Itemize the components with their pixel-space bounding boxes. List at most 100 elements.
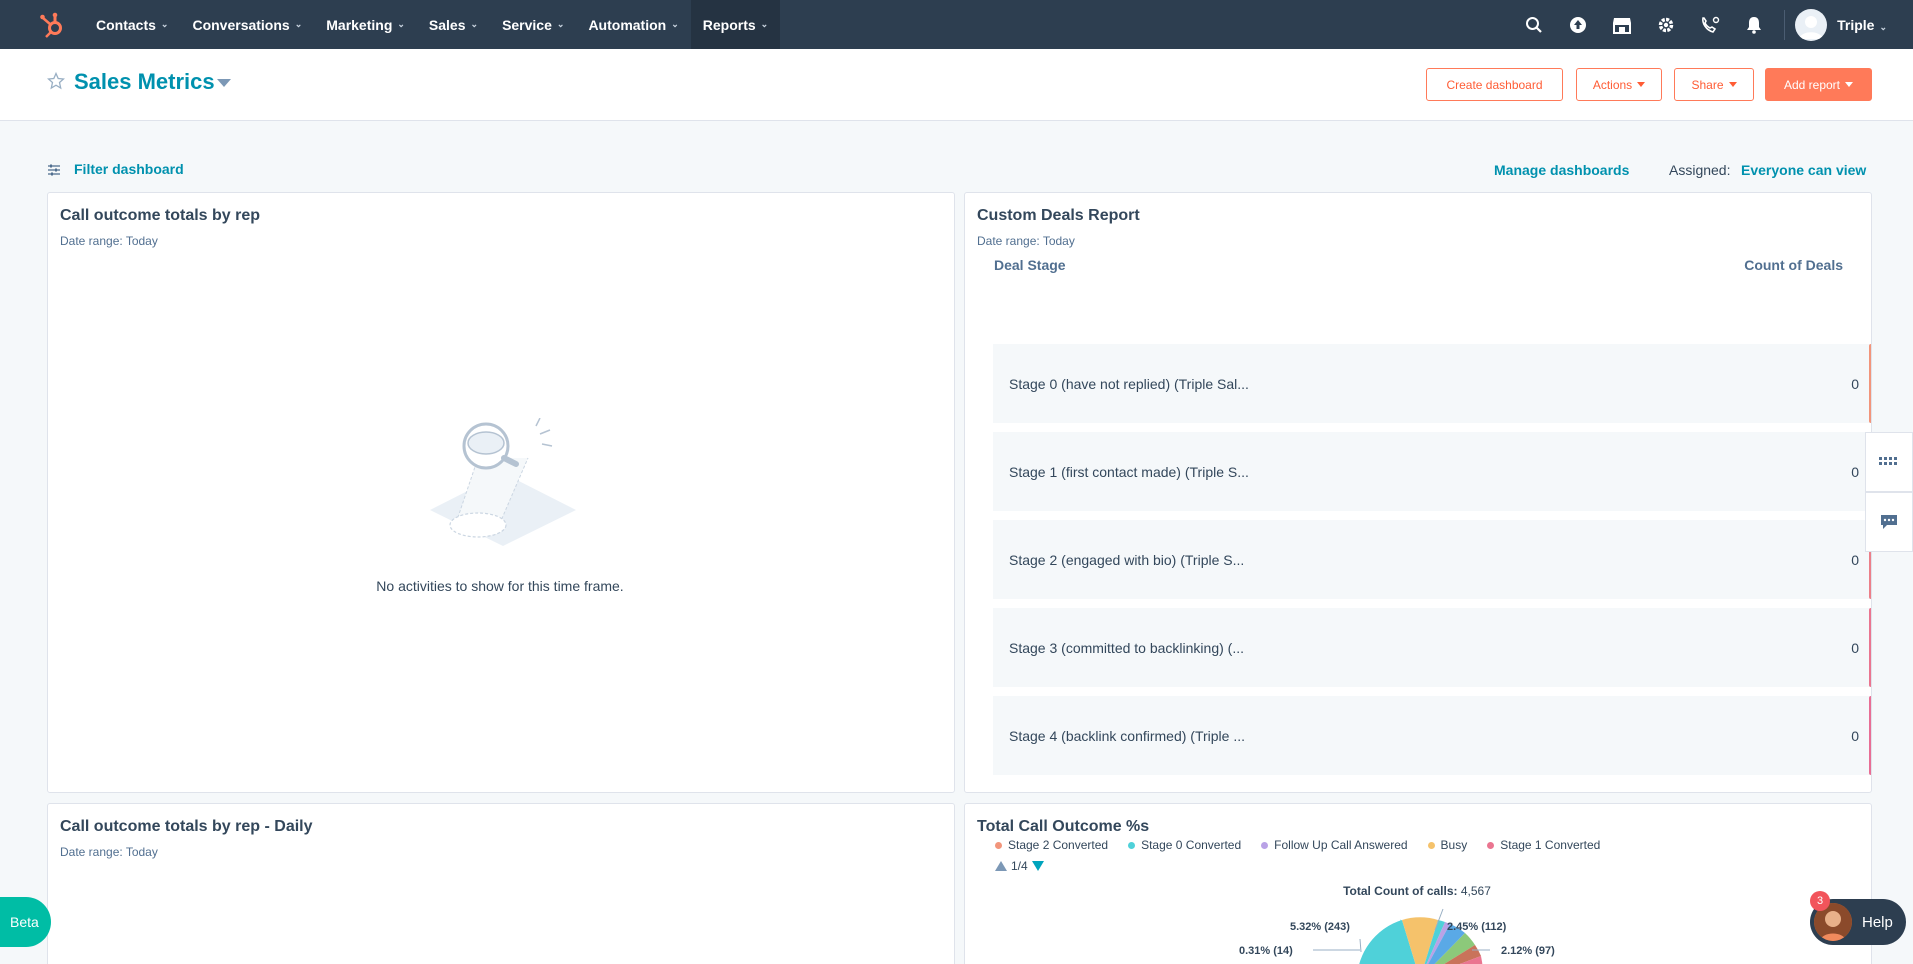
card-title[interactable]: Call outcome totals by rep — [60, 207, 260, 225]
share-button[interactable]: Share — [1674, 68, 1754, 101]
card-date-range: Date range: Today — [60, 845, 158, 859]
report-card-call-outcome-daily: Call outcome totals by rep - Daily Date … — [47, 803, 955, 964]
dashboard-title[interactable]: Sales Metrics — [74, 69, 215, 95]
button-label: Create dashboard — [1446, 77, 1543, 92]
assigned-label: Assigned: — [1669, 162, 1731, 178]
help-label: Help — [1862, 913, 1893, 931]
deal-stage-row[interactable]: Stage 0 (have not replied) (Triple Sal..… — [993, 344, 1871, 423]
user-avatar[interactable] — [1795, 8, 1828, 41]
card-title[interactable]: Custom Deals Report — [977, 207, 1140, 225]
nav-contacts[interactable]: Contacts ⌄ — [84, 0, 180, 49]
marketplace-icon[interactable] — [1600, 0, 1644, 49]
caret-down-icon — [1845, 82, 1854, 87]
nav-label: Conversations — [192, 16, 290, 33]
chevron-down-icon: ⌄ — [556, 19, 565, 29]
beta-label: Beta — [10, 914, 39, 930]
pie-data-label: 5.32% (243) — [1290, 921, 1350, 933]
dashboard-header: Sales Metrics Create dashboard Actions S… — [0, 49, 1913, 121]
deal-stage-row[interactable]: Stage 1 (first contact made) (Triple S..… — [993, 432, 1871, 511]
pie-data-label: 2.45% (112) — [1447, 921, 1507, 933]
nav-label: Automation — [588, 16, 667, 33]
search-icon[interactable] — [1512, 0, 1556, 49]
deal-stage-label: Stage 3 (committed to backlinking) (... — [1009, 639, 1244, 656]
filter-dashboard-link[interactable]: Filter dashboard — [74, 161, 184, 177]
caret-down-icon — [1637, 82, 1646, 87]
deal-stage-label: Stage 4 (backlink confirmed) (Triple ... — [1009, 727, 1246, 744]
nav-sales[interactable]: Sales ⌄ — [417, 0, 490, 49]
create-dashboard-button[interactable]: Create dashboard — [1426, 68, 1563, 101]
side-chat-tab[interactable] — [1865, 492, 1913, 552]
calling-icon[interactable] — [1688, 0, 1732, 49]
deal-stage-count: 0 — [1851, 463, 1859, 480]
chevron-down-icon: ⌄ — [1879, 21, 1887, 32]
report-card-custom-deals: Custom Deals Report Date range: Today De… — [964, 192, 1872, 793]
upgrade-icon[interactable] — [1556, 0, 1600, 49]
nav-automation[interactable]: Automation ⌄ — [576, 0, 690, 49]
caret-down-icon — [1728, 82, 1737, 87]
empty-state-magnifier-icon — [428, 417, 578, 563]
pie-chart — [1313, 908, 1490, 964]
deal-stage-label: Stage 2 (engaged with bio) (Triple S... — [1009, 551, 1245, 568]
user-name: Triple — [1837, 16, 1875, 33]
chevron-down-icon: ⌄ — [294, 19, 303, 29]
nav-conversations[interactable]: Conversations ⌄ — [180, 0, 314, 49]
assigned-value-link[interactable]: Everyone can view — [1741, 162, 1866, 178]
deal-stage-bar[interactable] — [1869, 696, 1871, 775]
nav-service[interactable]: Service ⌄ — [490, 0, 576, 49]
pie-data-label: 2.12% (97) — [1501, 945, 1555, 957]
chevron-down-icon: ⌄ — [397, 19, 405, 29]
chat-bubble-icon — [1881, 515, 1897, 529]
filter-row: Filter dashboard Manage dashboards Assig… — [0, 155, 1913, 185]
card-title[interactable]: Call outcome totals by rep - Daily — [60, 818, 313, 836]
deal-stage-count: 0 — [1851, 727, 1859, 744]
empty-state-text: No activities to show for this time fram… — [376, 578, 624, 594]
deal-stage-row[interactable]: Stage 2 (engaged with bio) (Triple S... 0 — [993, 520, 1871, 599]
chevron-down-icon: ⌄ — [160, 19, 169, 29]
deal-stage-bar[interactable] — [1869, 608, 1871, 687]
deal-stage-count: 0 — [1851, 639, 1859, 656]
deal-stage-count: 0 — [1851, 551, 1859, 568]
notifications-bell-icon[interactable] — [1732, 0, 1776, 49]
add-report-button[interactable]: Add report — [1765, 68, 1872, 101]
manage-dashboards-link[interactable]: Manage dashboards — [1494, 162, 1629, 178]
deal-stage-label: Stage 1 (first contact made) (Triple S..… — [1009, 463, 1249, 480]
filter-sliders-icon[interactable] — [47, 163, 61, 182]
chevron-down-icon: ⌄ — [671, 19, 679, 29]
hubspot-logo-icon[interactable] — [34, 7, 70, 43]
button-label: Share — [1691, 77, 1724, 92]
button-label: Actions — [1592, 77, 1633, 92]
pie-leader-line — [1359, 938, 1362, 953]
deal-stage-row[interactable]: Stage 4 (backlink confirmed) (Triple ...… — [993, 696, 1871, 775]
card-date-range: Date range: Today — [60, 234, 158, 248]
settings-gear-icon[interactable] — [1644, 0, 1688, 49]
actions-button[interactable]: Actions — [1576, 68, 1662, 101]
dashboard-switcher-caret-icon[interactable] — [217, 79, 231, 87]
button-label: Add report — [1783, 77, 1841, 92]
beta-button[interactable]: Beta — [0, 897, 51, 947]
column-header-deal-stage[interactable]: Deal Stage — [994, 257, 1066, 273]
nav-marketing[interactable]: Marketing ⌄ — [314, 0, 417, 49]
top-nav: Contacts ⌄ Conversations ⌄ Marketing ⌄ Sale… — [0, 0, 1913, 49]
deal-stage-bar[interactable] — [1869, 344, 1871, 423]
column-header-count[interactable]: Count of Deals — [1744, 257, 1843, 273]
chevron-down-icon: ⌄ — [760, 19, 769, 29]
side-apps-tab[interactable] — [1865, 432, 1913, 492]
deal-stage-label: Stage 0 (have not replied) (Triple Sal..… — [1009, 375, 1249, 392]
nav-divider — [1784, 9, 1786, 40]
user-menu[interactable]: Triple ⌄ — [1837, 17, 1887, 33]
nav-label: Marketing — [326, 16, 393, 33]
chevron-down-icon: ⌄ — [470, 19, 479, 29]
nav-label: Service — [502, 16, 552, 33]
favorite-star-icon[interactable] — [46, 71, 66, 95]
help-notification-badge: 3 — [1810, 891, 1830, 911]
nav-reports[interactable]: Reports ⌄ — [690, 0, 781, 49]
report-card-call-outcome: Call outcome totals by rep Date range: T… — [47, 192, 955, 793]
pie-data-label: 0.31% (14) — [1239, 945, 1293, 957]
card-date-range: Date range: Today — [977, 234, 1075, 248]
report-card-total-call-outcome: Total Call Outcome %s Stage 2 Converted S… — [964, 803, 1872, 964]
nav-label: Contacts — [96, 16, 156, 33]
nav-label: Reports — [702, 16, 756, 33]
deal-stage-row[interactable]: Stage 3 (committed to backlinking) (... 0 — [993, 608, 1871, 687]
nav-label: Sales — [428, 16, 466, 33]
deal-stage-count: 0 — [1851, 375, 1859, 392]
